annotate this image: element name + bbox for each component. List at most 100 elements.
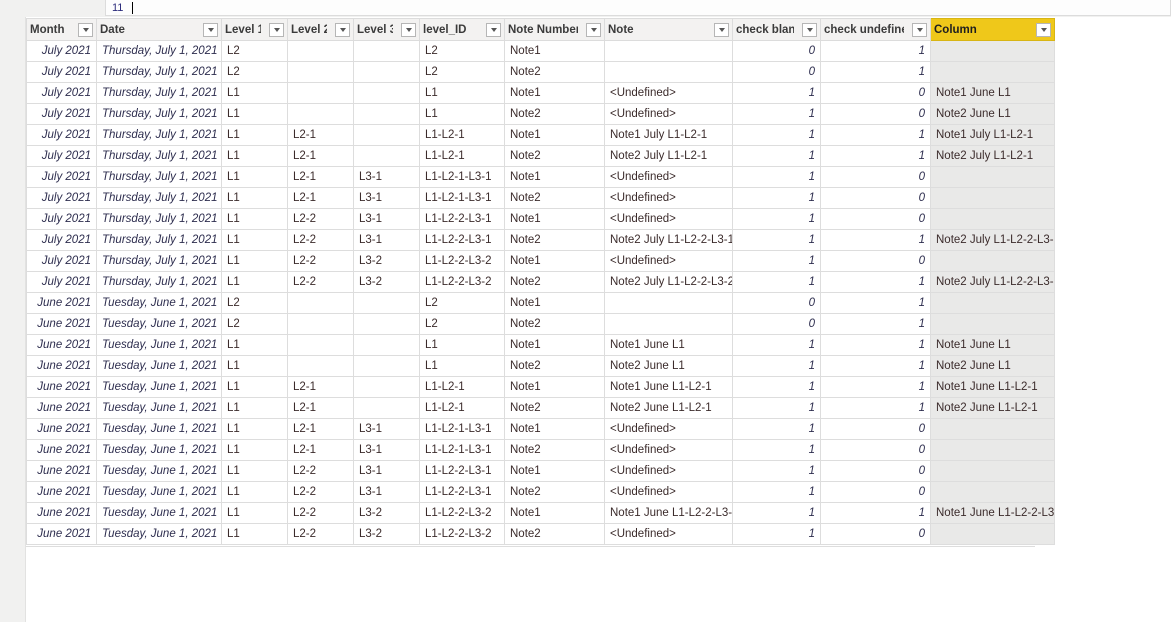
cell-date[interactable]: Tuesday, June 1, 2021 bbox=[96, 313, 222, 335]
cell-level-2[interactable]: L2-2 bbox=[287, 229, 354, 251]
cell-level-id[interactable]: L2 bbox=[419, 292, 505, 314]
table-row[interactable]: July 2021 Thursday, July 1, 2021 L1 L2-2 L3-… bbox=[26, 250, 1055, 272]
cell-level-id[interactable]: L1-L2-1 bbox=[419, 124, 505, 146]
cell-check-blank[interactable]: 1 bbox=[732, 460, 821, 482]
cell-month[interactable]: July 2021 bbox=[26, 271, 97, 293]
cell-check-undefined[interactable]: 0 bbox=[820, 418, 931, 440]
cell-column[interactable] bbox=[930, 523, 1055, 545]
cell-date[interactable]: Tuesday, June 1, 2021 bbox=[96, 334, 222, 356]
cell-column[interactable] bbox=[930, 460, 1055, 482]
cell-level-id[interactable]: L1-L2-2-L3-1 bbox=[419, 208, 505, 230]
filter-dropdown-button[interactable] bbox=[401, 22, 416, 37]
cell-note-number[interactable]: Note1 bbox=[504, 502, 605, 524]
cell-level-2[interactable]: L2-1 bbox=[287, 418, 354, 440]
column-header-level-id[interactable]: level_ID bbox=[419, 18, 505, 41]
cell-level-id[interactable]: L2 bbox=[419, 313, 505, 335]
cell-date[interactable]: Tuesday, June 1, 2021 bbox=[96, 355, 222, 377]
cell-level-3[interactable]: L3-2 bbox=[353, 271, 420, 293]
cell-check-blank[interactable]: 1 bbox=[732, 523, 821, 545]
cell-level-2[interactable] bbox=[287, 292, 354, 314]
cell-note-number[interactable]: Note2 bbox=[504, 103, 605, 125]
cell-note[interactable]: <Undefined> bbox=[604, 166, 733, 188]
cell-check-blank[interactable]: 1 bbox=[732, 229, 821, 251]
cell-column[interactable] bbox=[930, 250, 1055, 272]
cell-check-undefined[interactable]: 1 bbox=[820, 355, 931, 377]
cell-level-id[interactable]: L1-L2-2-L3-1 bbox=[419, 229, 505, 251]
table-row[interactable]: June 2021 Tuesday, June 1, 2021 L1 L2-1 L1-L… bbox=[26, 397, 1055, 419]
cell-column[interactable]: Note2 July L1-L2-2-L3-2 bbox=[930, 271, 1055, 293]
cell-note[interactable]: Note1 June L1-L2-1 bbox=[604, 376, 733, 398]
cell-note-number[interactable]: Note1 bbox=[504, 250, 605, 272]
table-row[interactable]: July 2021 Thursday, July 1, 2021 L2 L2 Note1… bbox=[26, 40, 1055, 62]
cell-column[interactable] bbox=[930, 61, 1055, 83]
column-header-note-number[interactable]: Note Number bbox=[504, 18, 605, 41]
cell-check-undefined[interactable]: 1 bbox=[820, 376, 931, 398]
cell-note[interactable]: Note2 June L1-L2-1 bbox=[604, 397, 733, 419]
cell-level-2[interactable]: L2-1 bbox=[287, 166, 354, 188]
cell-month[interactable]: July 2021 bbox=[26, 208, 97, 230]
cell-level-2[interactable] bbox=[287, 82, 354, 104]
table-row[interactable]: July 2021 Thursday, July 1, 2021 L1 L2-2 L3-… bbox=[26, 271, 1055, 293]
cell-level-2[interactable]: L2-2 bbox=[287, 523, 354, 545]
cell-note-number[interactable]: Note2 bbox=[504, 439, 605, 461]
filter-dropdown-button[interactable] bbox=[1036, 22, 1051, 37]
cell-level-id[interactable]: L2 bbox=[419, 61, 505, 83]
cell-level-id[interactable]: L1 bbox=[419, 82, 505, 104]
cell-note-number[interactable]: Note1 bbox=[504, 460, 605, 482]
cell-note-number[interactable]: Note2 bbox=[504, 187, 605, 209]
cell-check-undefined[interactable]: 0 bbox=[820, 523, 931, 545]
filter-dropdown-button[interactable] bbox=[912, 22, 927, 37]
cell-level-2[interactable] bbox=[287, 40, 354, 62]
cell-level-2[interactable]: L2-2 bbox=[287, 208, 354, 230]
cell-check-blank[interactable]: 0 bbox=[732, 313, 821, 335]
filter-dropdown-button[interactable] bbox=[203, 22, 218, 37]
cell-level-3[interactable] bbox=[353, 376, 420, 398]
table-row[interactable]: June 2021 Tuesday, June 1, 2021 L1 L1 Note2 N… bbox=[26, 355, 1055, 377]
cell-month[interactable]: June 2021 bbox=[26, 397, 97, 419]
cell-column[interactable] bbox=[930, 481, 1055, 503]
cell-level-id[interactable]: L1 bbox=[419, 103, 505, 125]
cell-level-2[interactable]: L2-1 bbox=[287, 187, 354, 209]
column-header-check-blank[interactable]: check blank bbox=[732, 18, 821, 41]
cell-month[interactable]: June 2021 bbox=[26, 376, 97, 398]
column-header-level-3[interactable]: Level 3 bbox=[353, 18, 420, 41]
cell-level-3[interactable]: L3-1 bbox=[353, 166, 420, 188]
cell-level-1[interactable]: L1 bbox=[221, 250, 288, 272]
table-row[interactable]: June 2021 Tuesday, June 1, 2021 L2 L2 Note1 0… bbox=[26, 292, 1055, 314]
cell-column[interactable] bbox=[930, 418, 1055, 440]
cell-check-undefined[interactable]: 0 bbox=[820, 208, 931, 230]
cell-level-1[interactable]: L1 bbox=[221, 229, 288, 251]
cell-date[interactable]: Tuesday, June 1, 2021 bbox=[96, 292, 222, 314]
cell-note[interactable] bbox=[604, 313, 733, 335]
cell-note-number[interactable]: Note2 bbox=[504, 271, 605, 293]
cell-note-number[interactable]: Note1 bbox=[504, 418, 605, 440]
cell-month[interactable]: July 2021 bbox=[26, 61, 97, 83]
cell-level-1[interactable]: L1 bbox=[221, 82, 288, 104]
cell-column[interactable] bbox=[930, 40, 1055, 62]
cell-note-number[interactable]: Note2 bbox=[504, 397, 605, 419]
cell-note[interactable]: <Undefined> bbox=[604, 523, 733, 545]
cell-note-number[interactable]: Note2 bbox=[504, 313, 605, 335]
cell-note[interactable]: Note2 June L1 bbox=[604, 355, 733, 377]
cell-date[interactable]: Tuesday, June 1, 2021 bbox=[96, 502, 222, 524]
cell-date[interactable]: Thursday, July 1, 2021 bbox=[96, 187, 222, 209]
cell-level-3[interactable]: L3-1 bbox=[353, 460, 420, 482]
cell-level-3[interactable]: L3-1 bbox=[353, 418, 420, 440]
cell-date[interactable]: Tuesday, June 1, 2021 bbox=[96, 418, 222, 440]
cell-level-1[interactable]: L2 bbox=[221, 40, 288, 62]
cell-check-undefined[interactable]: 1 bbox=[820, 145, 931, 167]
cell-note-number[interactable]: Note1 bbox=[504, 124, 605, 146]
cell-check-blank[interactable]: 1 bbox=[732, 502, 821, 524]
cell-note-number[interactable]: Note2 bbox=[504, 481, 605, 503]
cell-note-number[interactable]: Note1 bbox=[504, 40, 605, 62]
cell-column[interactable]: Note2 July L1-L2-1 bbox=[930, 145, 1055, 167]
cell-month[interactable]: June 2021 bbox=[26, 439, 97, 461]
cell-note-number[interactable]: Note1 bbox=[504, 82, 605, 104]
cell-level-1[interactable]: L1 bbox=[221, 397, 288, 419]
cell-level-id[interactable]: L1-L2-1 bbox=[419, 376, 505, 398]
cell-note[interactable]: Note1 June L1-L2-2-L3-2 bbox=[604, 502, 733, 524]
column-header-check-undefined[interactable]: check undefined bbox=[820, 18, 931, 41]
cell-check-blank[interactable]: 0 bbox=[732, 40, 821, 62]
cell-level-id[interactable]: L1 bbox=[419, 355, 505, 377]
cell-note[interactable]: <Undefined> bbox=[604, 250, 733, 272]
